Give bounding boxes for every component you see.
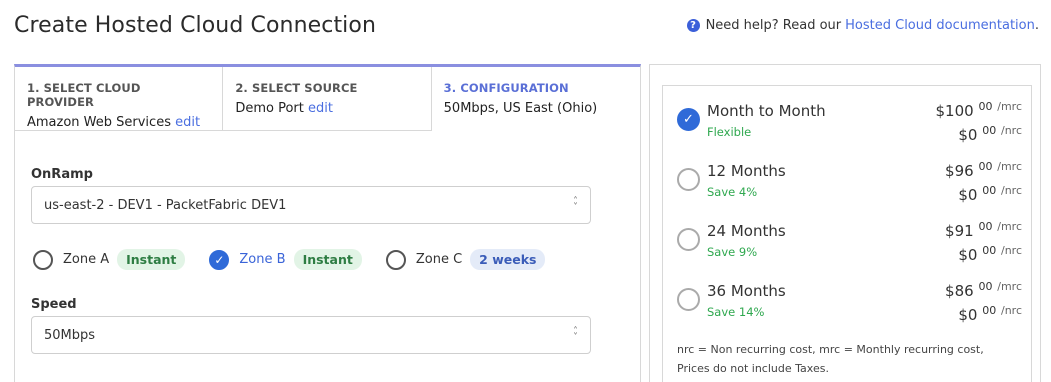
tab-select-source[interactable]: 2. SELECT SOURCE Demo Port edit (223, 67, 432, 131)
tab-configuration[interactable]: 3. CONFIGURATION 50Mbps, US East (Ohio) (431, 67, 640, 131)
pricing-note-line: Prices do not include Taxes. (677, 362, 829, 375)
zone-b-option[interactable]: ✓ Zone B Instant (209, 249, 362, 270)
pricing-option-month-to-month[interactable]: ✓ Month to Month Flexible $100 00 /mrc $… (677, 100, 1022, 152)
nrc-price: $0 00 /nrc (958, 124, 1022, 144)
zone-label: Zone C (415, 252, 463, 267)
pricing-note: nrc = Non recurring cost, mrc = Monthly … (677, 340, 1022, 378)
mrc-price: $96 00 /mrc (945, 160, 1022, 180)
step-value: Demo Port (235, 101, 304, 116)
documentation-link[interactable]: Hosted Cloud documentation (845, 18, 1035, 33)
zone-radio-group: Zone A Instant ✓ Zone B Instant Zone C 2… (33, 249, 569, 270)
help-suffix: . (1034, 18, 1039, 33)
chevron-updown-icon: ˄ ˅ (573, 326, 578, 343)
radio-checked-icon[interactable]: ✓ (209, 249, 230, 270)
mrc-price: $100 00 /mrc (935, 100, 1023, 120)
mrc-price: $86 00 /mrc (945, 280, 1022, 300)
step-label: 1. SELECT CLOUD PROVIDER (27, 81, 141, 109)
step-value: 50Mbps, US East (Ohio) (443, 101, 598, 116)
radio-unchecked-icon[interactable] (677, 228, 700, 251)
term-name: 36 Months (707, 282, 786, 300)
onramp-label: OnRamp (31, 167, 93, 182)
onramp-select[interactable]: us-east-2 - DEV1 - PacketFabric DEV1 ˄ ˅ (31, 186, 591, 224)
pricing-option-24-months[interactable]: 24 Months Save 9% $91 00 /mrc $0 00 /nrc (677, 220, 1022, 272)
radio-unchecked-icon[interactable] (677, 168, 700, 191)
term-name: Month to Month (707, 102, 826, 120)
nrc-price: $0 00 /nrc (958, 244, 1022, 264)
help-prefix: Need help? Read our (705, 18, 842, 33)
pricing-option-36-months[interactable]: 36 Months Save 14% $86 00 /mrc $0 00 /nr… (677, 280, 1022, 332)
page-title: Create Hosted Cloud Connection (14, 13, 376, 38)
speed-value: 50Mbps (44, 327, 96, 343)
help-icon: ? (686, 19, 700, 32)
pricing-options: ✓ Month to Month Flexible $100 00 /mrc $… (662, 85, 1032, 382)
help-text: ? Need help? Read our Hosted Cloud docum… (686, 18, 1039, 33)
step-label: 2. SELECT SOURCE (235, 81, 358, 95)
zone-c-option[interactable]: Zone C 2 weeks (385, 249, 546, 270)
term-savings: Save 4% (707, 185, 758, 199)
availability-badge: Instant (293, 249, 362, 270)
step-label: 3. CONFIGURATION (443, 81, 569, 95)
availability-badge: 2 weeks (470, 249, 546, 270)
chevron-updown-icon: ˄ ˅ (573, 196, 578, 213)
nrc-price: $0 00 /nrc (958, 184, 1022, 204)
term-savings: Save 9% (707, 245, 758, 259)
edit-source-link[interactable]: edit (308, 101, 333, 116)
zone-a-option[interactable]: Zone A Instant (33, 249, 186, 270)
tab-select-cloud-provider[interactable]: 1. SELECT CLOUD PROVIDER Amazon Web Serv… (15, 67, 224, 131)
radio-unchecked-icon[interactable] (33, 249, 53, 270)
zone-label: Zone A (63, 252, 110, 267)
availability-badge: Instant (117, 249, 186, 270)
radio-checked-icon[interactable]: ✓ (677, 108, 700, 131)
pricing-panel: ✓ Month to Month Flexible $100 00 /mrc $… (649, 64, 1041, 382)
configuration-panel: 1. SELECT CLOUD PROVIDER Amazon Web Serv… (14, 64, 641, 382)
pricing-option-12-months[interactable]: 12 Months Save 4% $96 00 /mrc $0 00 /nrc (677, 160, 1022, 212)
radio-unchecked-icon[interactable] (677, 288, 700, 311)
term-name: 24 Months (707, 222, 786, 240)
nrc-price: $0 00 /nrc (958, 304, 1022, 324)
onramp-value: us-east-2 - DEV1 - PacketFabric DEV1 (44, 197, 287, 213)
radio-unchecked-icon[interactable] (385, 249, 406, 270)
speed-label: Speed (31, 297, 77, 312)
step-tabs: 1. SELECT CLOUD PROVIDER Amazon Web Serv… (15, 67, 640, 131)
edit-cloud-provider-link[interactable]: edit (175, 115, 200, 130)
zone-label: Zone B (239, 252, 286, 267)
term-name: 12 Months (707, 162, 786, 180)
mrc-price: $91 00 /mrc (945, 220, 1022, 240)
term-savings: Save 14% (707, 305, 765, 319)
pricing-note-line: nrc = Non recurring cost, mrc = Monthly … (677, 343, 984, 356)
speed-select[interactable]: 50Mbps ˄ ˅ (31, 316, 591, 354)
step-value: Amazon Web Services (27, 115, 171, 130)
term-savings: Flexible (707, 125, 752, 139)
